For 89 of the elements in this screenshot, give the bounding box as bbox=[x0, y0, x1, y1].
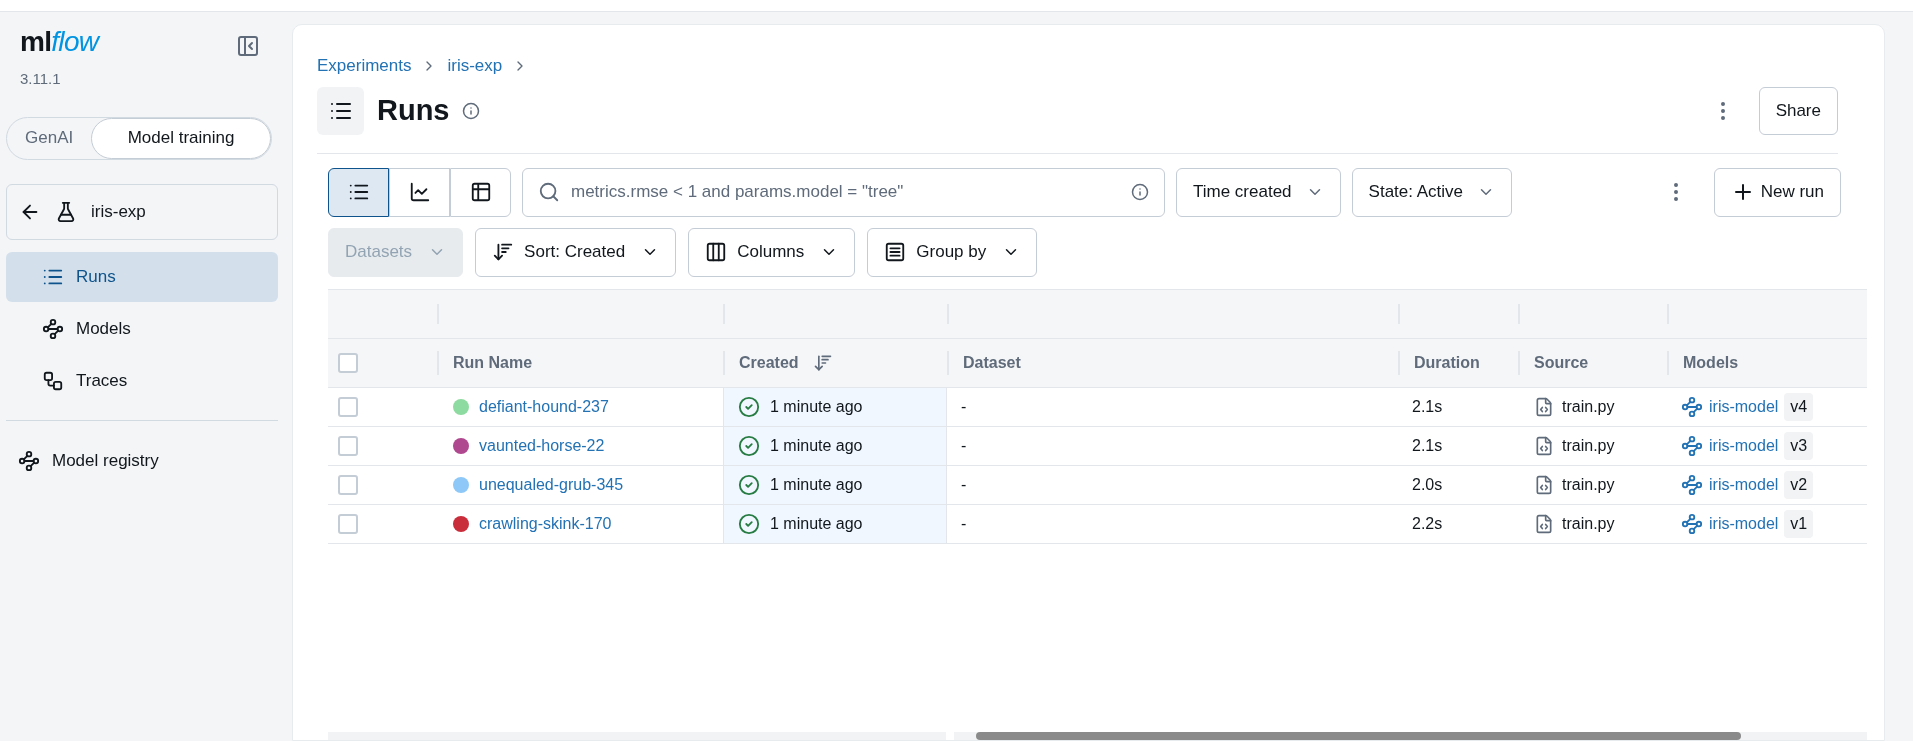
filter-dropdown[interactable]: Time created bbox=[1176, 167, 1341, 217]
table-cell-text: train.py bbox=[1562, 435, 1615, 456]
table-row[interactable]: defiant-hound-237 1 minute ago - 2.1s train.py iris-model v4 bbox=[328, 387, 1867, 427]
column-header[interactable]: Created bbox=[739, 350, 799, 375]
code-file-icon bbox=[1534, 435, 1554, 456]
checkbox[interactable] bbox=[338, 352, 358, 373]
list-box-icon bbox=[884, 241, 907, 263]
mode-tab[interactable]: Model training bbox=[91, 117, 271, 159]
code-file-icon bbox=[1534, 474, 1554, 495]
table-cell-text: train.py bbox=[1562, 396, 1615, 417]
version-tag: v4 bbox=[1784, 392, 1814, 421]
version-tag: v1 bbox=[1784, 509, 1814, 538]
column-header[interactable]: Duration bbox=[1414, 350, 1480, 375]
column-header[interactable]: Source bbox=[1534, 350, 1589, 375]
table-cell-text: 2.1s bbox=[1412, 396, 1443, 417]
checkbox[interactable] bbox=[338, 513, 358, 534]
model-icon bbox=[1681, 434, 1703, 457]
run-name-link[interactable]: crawling-skink-170 bbox=[479, 511, 612, 536]
table-cell-text: 1 minute ago bbox=[770, 396, 863, 417]
run-name-link[interactable]: unequaled-grub-345 bbox=[479, 472, 624, 497]
check-circle-icon bbox=[738, 395, 760, 418]
checkbox[interactable] bbox=[338, 435, 358, 456]
table-row[interactable]: unequaled-grub-345 1 minute ago - 2.0s train.py iris-model v2 bbox=[328, 465, 1867, 505]
toolbar-dropdown[interactable]: Columns bbox=[688, 227, 856, 277]
sort-icon bbox=[492, 241, 515, 263]
table-cell-text: 1 minute ago bbox=[770, 435, 863, 456]
check-circle-icon bbox=[738, 473, 760, 496]
check-circle-icon bbox=[738, 512, 760, 535]
experiment-name: iris-exp bbox=[91, 200, 146, 223]
mode-tab[interactable]: GenAI bbox=[7, 117, 92, 159]
table-row[interactable]: vaunted-horse-22 1 minute ago - 2.1s train.py iris-model v3 bbox=[328, 426, 1867, 466]
code-file-icon bbox=[1534, 513, 1554, 534]
collapse-sidebar-icon[interactable] bbox=[236, 34, 260, 58]
version-tag: v2 bbox=[1784, 470, 1814, 499]
share-button[interactable]: Share bbox=[1758, 86, 1838, 135]
search-field[interactable]: metrics.rmse < 1 and params.model = "tree" bbox=[522, 167, 1165, 217]
table-cell-text: 1 minute ago bbox=[770, 513, 863, 534]
version-label: 3.11.1 bbox=[20, 69, 62, 89]
table-cell-text: 1 minute ago bbox=[770, 474, 863, 495]
view-mode-button[interactable] bbox=[328, 167, 389, 217]
table-cell-text: - bbox=[961, 474, 967, 495]
breadcrumb-link[interactable]: iris-exp bbox=[447, 53, 503, 79]
flask-icon bbox=[55, 200, 77, 223]
sidebar-item[interactable]: Traces bbox=[6, 355, 278, 406]
toolbar-dropdown[interactable]: Sort: Created bbox=[475, 227, 677, 277]
table-cell-text: - bbox=[961, 396, 967, 417]
info-icon[interactable] bbox=[461, 101, 480, 120]
check-circle-icon bbox=[738, 434, 760, 457]
checkbox[interactable] bbox=[338, 396, 358, 417]
table-cell-text: 2.2s bbox=[1412, 513, 1443, 534]
column-header[interactable]: Run Name bbox=[453, 350, 533, 375]
model-link[interactable]: iris-model bbox=[1709, 394, 1779, 419]
checkbox[interactable] bbox=[338, 474, 358, 495]
version-tag: v3 bbox=[1784, 431, 1814, 460]
new-run-button[interactable]: New run bbox=[1713, 167, 1841, 217]
table-cell-text: train.py bbox=[1562, 513, 1615, 534]
breadcrumb-link[interactable]: Experiments bbox=[317, 53, 412, 79]
line-chart-icon bbox=[408, 181, 431, 203]
search-icon bbox=[538, 180, 560, 203]
table-cell-text: 2.0s bbox=[1412, 474, 1443, 495]
experiment-back-button[interactable]: iris-exp bbox=[6, 183, 278, 240]
run-name-link[interactable]: vaunted-horse-22 bbox=[479, 433, 605, 458]
info-icon[interactable] bbox=[1131, 182, 1149, 201]
model-icon bbox=[1681, 512, 1703, 535]
logo: mlflow bbox=[20, 28, 99, 56]
table-cell-text: - bbox=[961, 513, 967, 534]
scrollbar-thumb[interactable] bbox=[976, 732, 1741, 740]
page-title: Runs bbox=[377, 92, 450, 128]
code-file-icon bbox=[1534, 396, 1554, 417]
column-header[interactable]: Models bbox=[1683, 350, 1739, 375]
filter-dropdown[interactable]: State: Active bbox=[1351, 167, 1513, 217]
model-icon bbox=[1681, 473, 1703, 496]
run-name-link[interactable]: defiant-hound-237 bbox=[479, 394, 609, 419]
column-header[interactable]: Dataset bbox=[963, 350, 1021, 375]
sidebar-item[interactable]: Runs bbox=[6, 251, 278, 302]
model-link[interactable]: iris-model bbox=[1709, 433, 1779, 458]
model-icon bbox=[1681, 395, 1703, 418]
model-link[interactable]: iris-model bbox=[1709, 511, 1779, 536]
table-cell-text: train.py bbox=[1562, 474, 1615, 495]
table-cell-text: 2.1s bbox=[1412, 435, 1443, 456]
columns-icon bbox=[705, 241, 728, 263]
sidebar-item[interactable]: Models bbox=[6, 303, 278, 354]
table-cell-text: - bbox=[961, 435, 967, 456]
toolbar-dropdown[interactable]: Group by bbox=[867, 227, 1038, 277]
scrollbar-track[interactable] bbox=[954, 732, 1867, 740]
table-row[interactable]: crawling-skink-170 1 minute ago - 2.2s train.py iris-model v1 bbox=[328, 504, 1867, 544]
table-icon bbox=[469, 181, 492, 203]
sidebar-item[interactable]: Model registry bbox=[6, 438, 286, 483]
model-link[interactable]: iris-model bbox=[1709, 472, 1779, 497]
